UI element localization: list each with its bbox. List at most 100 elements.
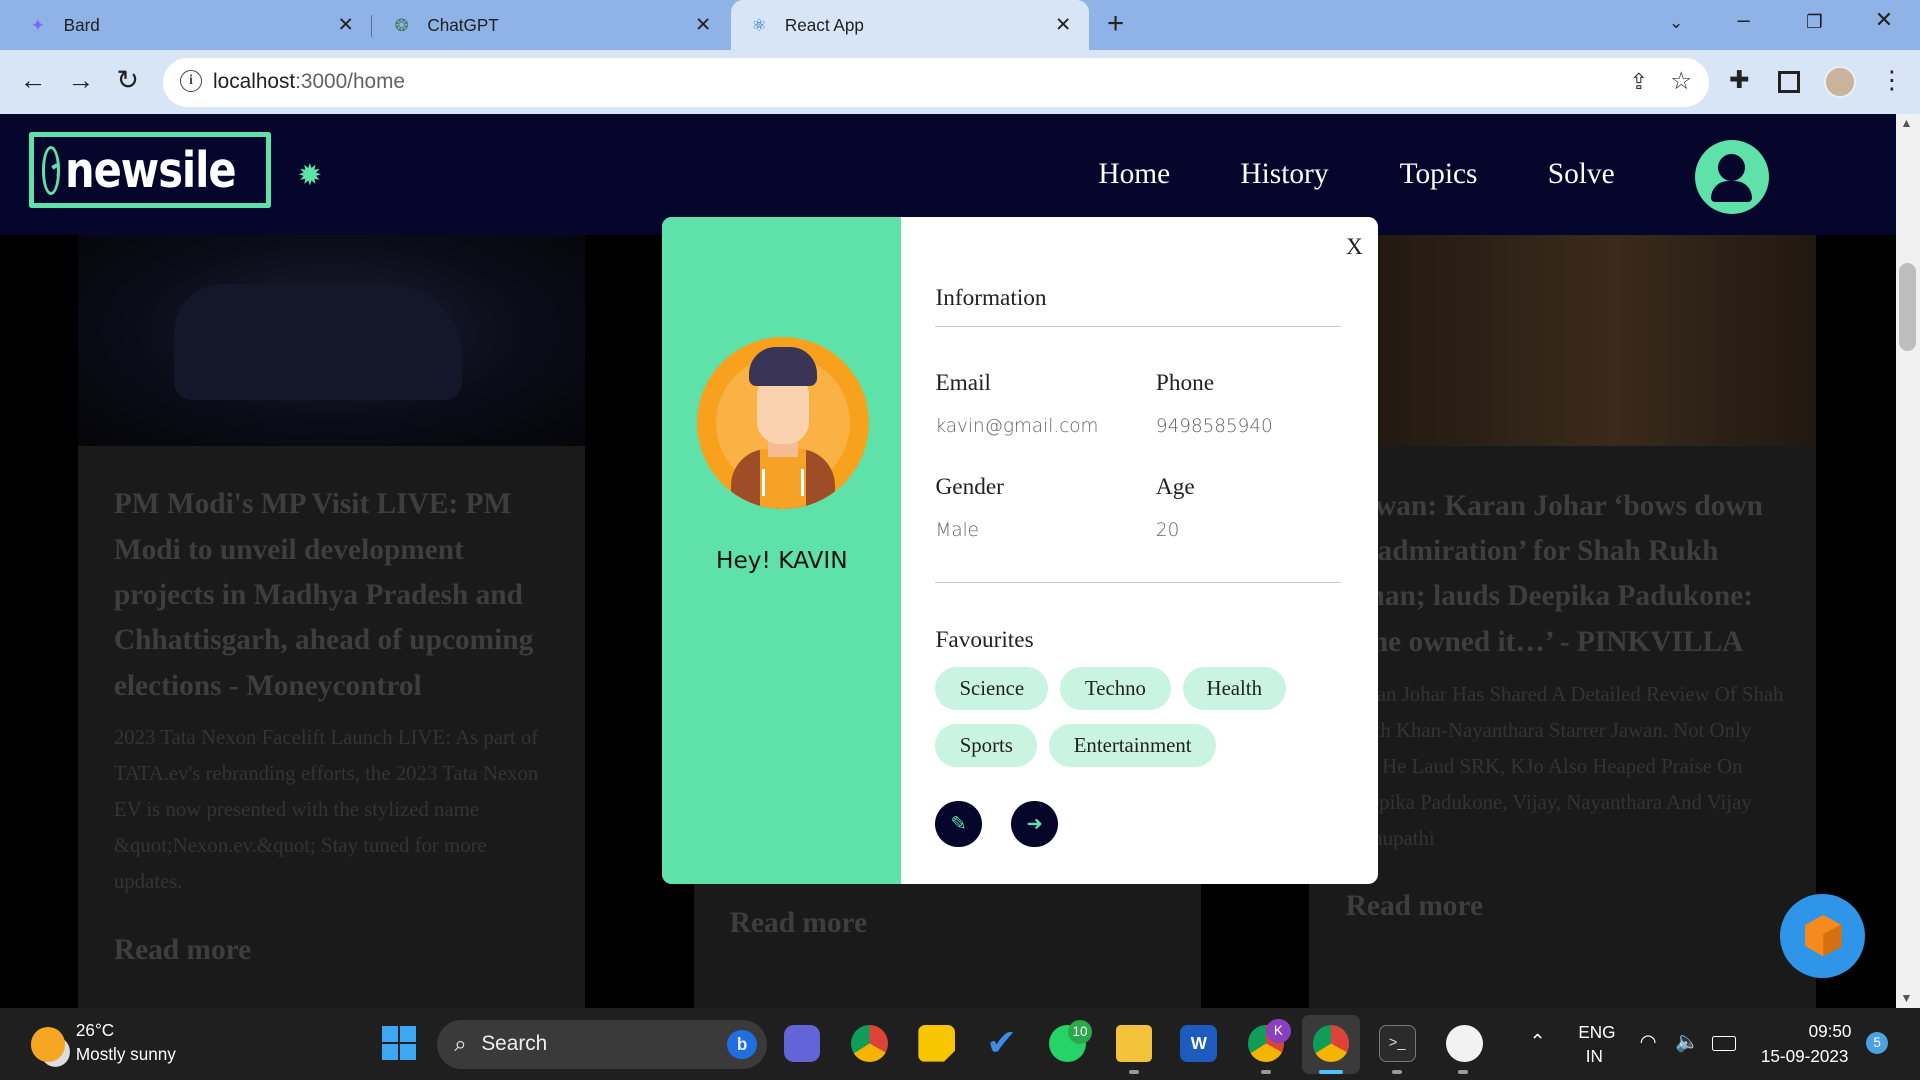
language-region[interactable]: IN (1586, 1046, 1603, 1067)
new-tab-icon[interactable]: + (1107, 7, 1124, 41)
favourite-chip[interactable]: Sports (935, 723, 1038, 767)
tab-title: Bard (63, 14, 100, 35)
word-icon[interactable]: W (1180, 1024, 1218, 1062)
logout-icon[interactable]: ➜ (1011, 800, 1058, 848)
page-viewport: newsile ✹ Home History Topics Solve PM M… (0, 113, 1896, 1008)
battery-icon[interactable] (1711, 1035, 1737, 1051)
browser-toolbar: ← → ↻ i localhost:3000/home ⇪ ☆ ✚ ⋮ (0, 50, 1920, 114)
notification-badge[interactable]: 5 (1866, 1032, 1889, 1055)
language-indicator[interactable]: ENG (1578, 1022, 1615, 1043)
age-value: 20 (1155, 520, 1180, 542)
url-text[interactable]: localhost:3000/home (213, 70, 405, 94)
volume-icon[interactable]: 🔈 (1675, 1030, 1699, 1054)
edit-profile-icon[interactable]: ✎ (935, 800, 982, 848)
clock-time[interactable]: 09:50 (1809, 1021, 1852, 1042)
news-image (78, 235, 586, 447)
weather-sun-icon[interactable] (30, 1027, 65, 1062)
share-icon[interactable]: ⇪ (1630, 69, 1648, 95)
tab-bard[interactable]: ✦ Bard ✕ (10, 0, 371, 50)
windows-start-icon[interactable] (382, 1026, 417, 1061)
chrome-menu-icon[interactable]: ⋮ (1880, 65, 1904, 95)
profile-modal: Hey! KAVIN X Information Email kavin@gma… (662, 216, 1378, 885)
theme-toggle-sun-icon[interactable]: ✹ (298, 158, 323, 193)
side-panel-icon[interactable] (1777, 71, 1800, 94)
chrome-icon[interactable] (851, 1024, 888, 1062)
browser-tab-strip: ✦ Bard ✕ ❂ ChatGPT ✕ ⚛ React App ✕ + ⌄ –… (0, 0, 1920, 51)
minimize-icon[interactable]: – (1738, 7, 1750, 33)
nav-solve[interactable]: Solve (1548, 158, 1615, 191)
mongodb-leaf-icon[interactable] (1446, 1024, 1483, 1062)
close-tab-icon[interactable]: ✕ (337, 13, 353, 37)
profile-sidebar: Hey! KAVIN (662, 216, 902, 885)
nav-home[interactable]: Home (1098, 158, 1170, 191)
chrome-active-icon[interactable] (1312, 1024, 1350, 1062)
nav-history[interactable]: History (1240, 158, 1328, 191)
tab-title: React App (784, 14, 864, 35)
bookmark-star-icon[interactable]: ☆ (1670, 66, 1692, 96)
bing-icon[interactable]: b (727, 1029, 757, 1060)
phone-value: 9498585940 (1155, 416, 1273, 438)
reload-icon[interactable]: ↻ (116, 65, 139, 96)
scroll-down-icon[interactable]: ▼ (1900, 991, 1912, 1005)
divider (935, 325, 1341, 327)
running-indicator (1318, 1070, 1344, 1074)
address-bar[interactable]: i localhost:3000/home ⇪ ☆ (162, 57, 1710, 107)
windows-taskbar: 26°C Mostly sunny ⌕ Search b ✔ 10 W K >_… (0, 1007, 1920, 1080)
terminal-icon[interactable]: >_ (1378, 1024, 1416, 1062)
close-window-icon[interactable]: ✕ (1875, 7, 1893, 33)
profile-user-icon[interactable] (1694, 139, 1770, 215)
greeting-text: Hey! KAVIN (715, 547, 848, 575)
site-info-icon[interactable]: i (179, 69, 203, 92)
car-silhouette (173, 284, 462, 401)
site-logo[interactable]: newsile (29, 132, 271, 209)
url-host: localhost (213, 69, 296, 93)
favourite-chip[interactable]: Techno (1060, 667, 1171, 711)
floating-cube-button[interactable] (1780, 893, 1865, 979)
todo-check-icon[interactable]: ✔ (983, 1024, 1020, 1062)
close-modal-button[interactable]: X (1346, 234, 1363, 261)
tab-title: ChatGPT (427, 14, 499, 35)
teams-icon[interactable] (783, 1024, 821, 1062)
age-label: Age (1155, 473, 1195, 500)
clock-date[interactable]: 15-09-2023 (1761, 1046, 1849, 1067)
close-tab-icon[interactable]: ✕ (1055, 13, 1071, 37)
whatsapp-badge: 10 (1067, 1019, 1093, 1045)
forward-icon[interactable]: → (67, 65, 94, 96)
gender-label: Gender (935, 473, 1004, 500)
tab-chatgpt[interactable]: ❂ ChatGPT ✕ (373, 0, 728, 50)
chrome-profile-avatar[interactable] (1824, 66, 1857, 98)
phone-label: Phone (1155, 369, 1215, 396)
running-indicator (1261, 1070, 1271, 1074)
logo-text: newsile (65, 141, 237, 199)
weather-temperature[interactable]: 26°C (76, 1020, 114, 1041)
news-description: Karan Johar Has Shared A Detailed Review… (1345, 681, 1784, 851)
news-title: Jawan: Karan Johar ‘bows down in admirat… (1345, 489, 1764, 658)
close-tab-icon[interactable]: ✕ (695, 13, 711, 37)
show-hidden-icons-chevron[interactable]: ⌃ (1529, 1030, 1545, 1054)
news-card: PM Modi's MP Visit LIVE: PM Modi to unve… (78, 445, 586, 1008)
weather-condition[interactable]: Mostly sunny (76, 1044, 176, 1065)
read-more-link[interactable]: Read more (114, 934, 251, 967)
read-more-link[interactable]: Read more (730, 907, 867, 940)
favourite-chip[interactable]: Science (935, 667, 1049, 711)
restore-icon[interactable]: ❐ (1806, 11, 1822, 33)
nav-topics[interactable]: Topics (1400, 158, 1478, 191)
tab-react-app[interactable]: ⚛ React App ✕ (731, 0, 1089, 51)
news-image (1308, 235, 1816, 447)
back-icon[interactable]: ← (20, 65, 47, 96)
extensions-puzzle-icon[interactable]: ✚ (1729, 65, 1750, 95)
taskbar-search[interactable]: ⌕ Search b (437, 1019, 767, 1069)
favourite-chip[interactable]: Health (1182, 667, 1286, 711)
tab-search-chevron-icon[interactable]: ⌄ (1669, 12, 1683, 33)
running-indicator (1128, 1070, 1139, 1074)
page-scrollbar[interactable]: ▲ ▼ (1895, 113, 1920, 1008)
scrollbar-thumb[interactable] (1899, 263, 1917, 352)
email-value: kavin@gmail.com (935, 416, 1099, 438)
file-explorer-icon[interactable] (1115, 1024, 1153, 1062)
read-more-link[interactable]: Read more (1346, 890, 1483, 923)
search-label: Search (481, 1032, 548, 1056)
sticky-notes-icon[interactable] (918, 1024, 956, 1062)
favourite-chip[interactable]: Entertainment (1049, 723, 1216, 767)
wifi-icon[interactable]: ◠ (1640, 1030, 1657, 1054)
scroll-up-icon[interactable]: ▲ (1900, 116, 1912, 130)
